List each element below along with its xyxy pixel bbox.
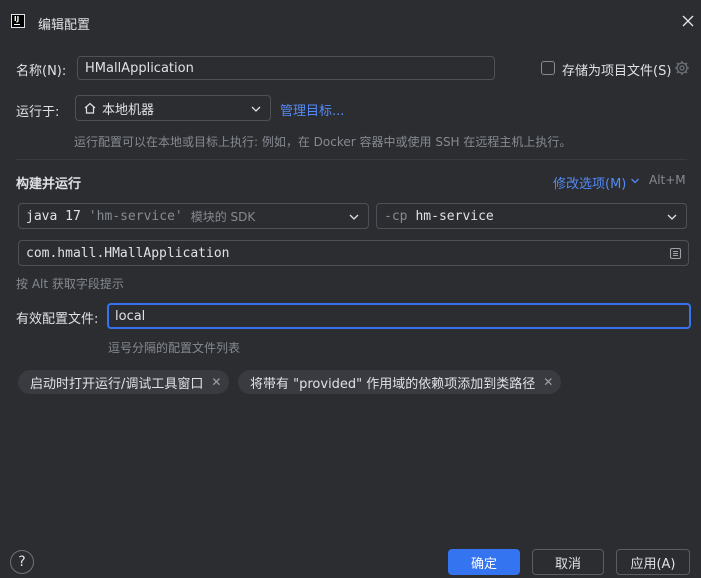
browse-icon[interactable] [669,247,682,260]
classpath-flag: -cp [384,208,408,224]
chevron-down-icon[interactable] [630,176,640,186]
name-label: 名称(N): [16,64,67,79]
apply-button[interactable]: 应用(A) [616,549,690,575]
active-profiles-label: 有效配置文件: [16,312,99,327]
run-target-dropdown[interactable]: 本地机器 [75,95,271,121]
cancel-button[interactable]: 取消 [532,549,604,575]
active-profiles-value: local [115,308,146,324]
run-on-label: 运行于: [16,105,60,120]
modify-options-link[interactable]: 修改选项(M) [553,173,626,192]
store-as-project-file-checkbox[interactable] [541,61,555,75]
name-input[interactable]: HMallApplication [77,56,495,80]
chevron-down-icon [349,214,359,220]
jdk-suffix: 模块的 SDK [190,209,256,224]
divider [16,159,687,160]
build-and-run-header: 构建并运行 [16,177,82,192]
classpath-value: hm-service [415,208,494,224]
run-on-hint: 运行配置可以在本地或目标上执行: 例如，在 Docker 容器中或使用 SSH … [74,135,572,149]
active-profiles-input[interactable]: local [107,303,691,329]
chip-label: 启动时打开运行/调试工具窗口 [30,376,204,392]
option-chip-open-tool-window[interactable]: 启动时打开运行/调试工具窗口 ✕ [18,370,230,394]
run-target-value: 本地机器 [102,102,155,118]
alt-hint: 按 Alt 获取字段提示 [16,277,124,291]
store-as-project-file-label: 存储为项目文件(S) [562,64,672,79]
title-bar: IJ 编辑配置 [0,0,701,44]
jdk-dropdown[interactable]: java 17 'hm-service' 模块的 SDK [18,203,369,229]
ok-button[interactable]: 确定 [448,549,520,575]
help-button[interactable]: ? [10,550,34,574]
classpath-dropdown[interactable]: -cp hm-service [376,203,687,229]
manage-targets-link[interactable]: 管理目标... [280,100,344,119]
jdk-version: java 17 [26,208,81,224]
chevron-down-icon [251,106,261,112]
close-icon[interactable] [680,13,696,29]
gear-icon[interactable] [674,60,690,76]
modify-options-shortcut: Alt+M [649,173,686,187]
intellij-app-icon: IJ [11,14,25,28]
main-class-value: com.hmall.HMallApplication [26,245,230,261]
main-class-input[interactable]: com.hmall.HMallApplication [18,240,689,266]
home-icon [84,102,96,114]
name-input-value: HMallApplication [85,60,194,76]
option-chip-provided-scope[interactable]: 将带有 "provided" 作用域的依赖项添加到类路径 ✕ [238,370,562,394]
remove-icon[interactable]: ✕ [211,375,221,389]
chevron-down-icon [667,214,677,220]
active-profiles-hint: 逗号分隔的配置文件列表 [108,341,241,355]
dialog-title: 编辑配置 [38,18,91,33]
remove-icon[interactable]: ✕ [543,375,553,389]
chip-label: 将带有 "provided" 作用域的依赖项添加到类路径 [250,376,536,392]
jdk-module: 'hm-service' [88,208,183,224]
